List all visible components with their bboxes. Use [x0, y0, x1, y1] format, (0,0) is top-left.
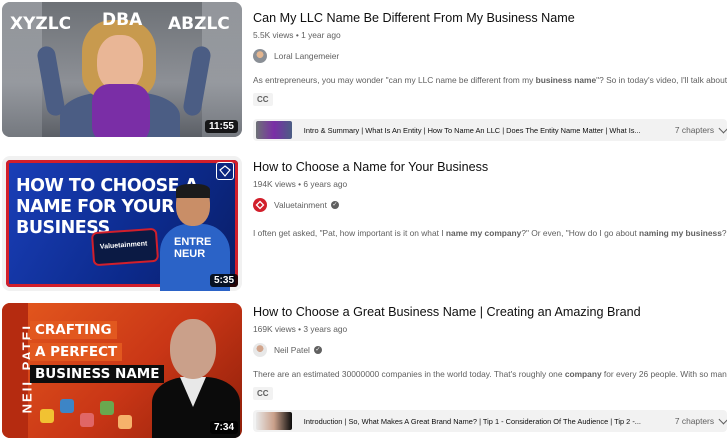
verified-icon: ✓	[330, 201, 339, 209]
channel-row[interactable]: Neil Patel ✓	[253, 343, 727, 357]
duration-badge: 7:34	[209, 421, 238, 434]
chapter-thumbnail	[256, 121, 292, 139]
presenter-head	[170, 319, 216, 379]
chapters-count: 7 chapters	[674, 416, 715, 426]
channel-name[interactable]: Neil Patel	[274, 345, 310, 355]
duration-badge: 5:35	[209, 274, 238, 287]
cc-badge: CC	[253, 387, 273, 400]
person-face	[97, 35, 143, 91]
video-info: Can My LLC Name Be Different From My Bus…	[253, 10, 727, 141]
chevron-down-icon[interactable]	[718, 414, 727, 424]
video-title[interactable]: How to Choose a Name for Your Business	[253, 159, 727, 175]
channel-row[interactable]: Loral Langemeier	[253, 49, 727, 63]
thumb-line: BUSINESS NAME	[30, 365, 165, 383]
video-title[interactable]: Can My LLC Name Be Different From My Bus…	[253, 10, 727, 26]
video-meta: 5.5K views • 1 year ago	[253, 30, 341, 40]
presenter-hair	[176, 184, 210, 198]
chapters-bar[interactable]: Introduction | So, What Makes A Great Br…	[253, 410, 727, 432]
video-info: How to Choose a Great Business Name | Cr…	[253, 304, 727, 432]
video-info: How to Choose a Name for Your Business 1…	[253, 159, 727, 238]
chapter-thumbnail	[256, 412, 292, 430]
video-thumbnail[interactable]: NEIL PATEL CRAFTING A PERFECT BUSINESS N…	[2, 303, 242, 438]
shirt-text: ENTRE NEUR	[174, 236, 212, 260]
channel-name[interactable]: Loral Langemeier	[274, 51, 339, 61]
video-title[interactable]: How to Choose a Great Business Name | Cr…	[253, 304, 727, 320]
duration-badge: 11:55	[204, 120, 238, 133]
video-thumbnail[interactable]: HOW TO CHOOSE A NAME FOR YOUR BUSINESS Val…	[2, 156, 242, 291]
pillow-text: Valuetainment	[99, 240, 148, 251]
channel-avatar[interactable]	[253, 198, 267, 212]
chapters-bar[interactable]: Intro & Summary | What Is An Entity | Ho…	[253, 119, 727, 141]
thumb-word: ABZLC	[168, 14, 230, 34]
channel-avatar[interactable]	[253, 49, 267, 63]
pillow: Valuetainment	[90, 227, 160, 267]
channel-logo-icon	[216, 162, 234, 180]
verified-icon: ✓	[313, 346, 322, 354]
channel-name[interactable]: Valuetainment	[274, 200, 327, 210]
thumb-line: CRAFTING	[30, 321, 117, 339]
video-result[interactable]: HOW TO CHOOSE A NAME FOR YOUR BUSINESS Val…	[0, 156, 727, 294]
video-result[interactable]: XYZLC DBA ABZLC 11:55 Can My LLC Name Be…	[0, 2, 727, 142]
video-meta: 194K views • 6 years ago	[253, 179, 348, 189]
chapters-text: Intro & Summary | What Is An Entity | Ho…	[303, 125, 641, 135]
thumb-illustration	[40, 395, 140, 433]
chapters-count: 7 chapters	[674, 125, 715, 135]
thumb-word: XYZLC	[10, 14, 72, 34]
chapters-text: Introduction | So, What Makes A Great Br…	[303, 416, 641, 426]
channel-row[interactable]: Valuetainment ✓	[253, 198, 727, 212]
thumb-word: DBA	[102, 10, 143, 30]
thumb-line: A PERFECT	[30, 343, 123, 361]
video-description: As entrepreneurs, you may wonder "can my…	[253, 75, 727, 85]
video-result[interactable]: NEIL PATEL CRAFTING A PERFECT BUSINESS N…	[0, 303, 727, 441]
cc-badge: CC	[253, 93, 273, 106]
purple-scarf	[92, 84, 150, 137]
channel-avatar[interactable]	[253, 343, 267, 357]
video-meta: 169K views • 3 years ago	[253, 324, 348, 334]
chevron-down-icon[interactable]	[718, 123, 727, 133]
video-description: I often get asked, "Pat, how important i…	[253, 228, 727, 238]
video-description: There are an estimated 30000000 companie…	[253, 369, 727, 379]
video-thumbnail[interactable]: XYZLC DBA ABZLC 11:55	[2, 2, 242, 137]
